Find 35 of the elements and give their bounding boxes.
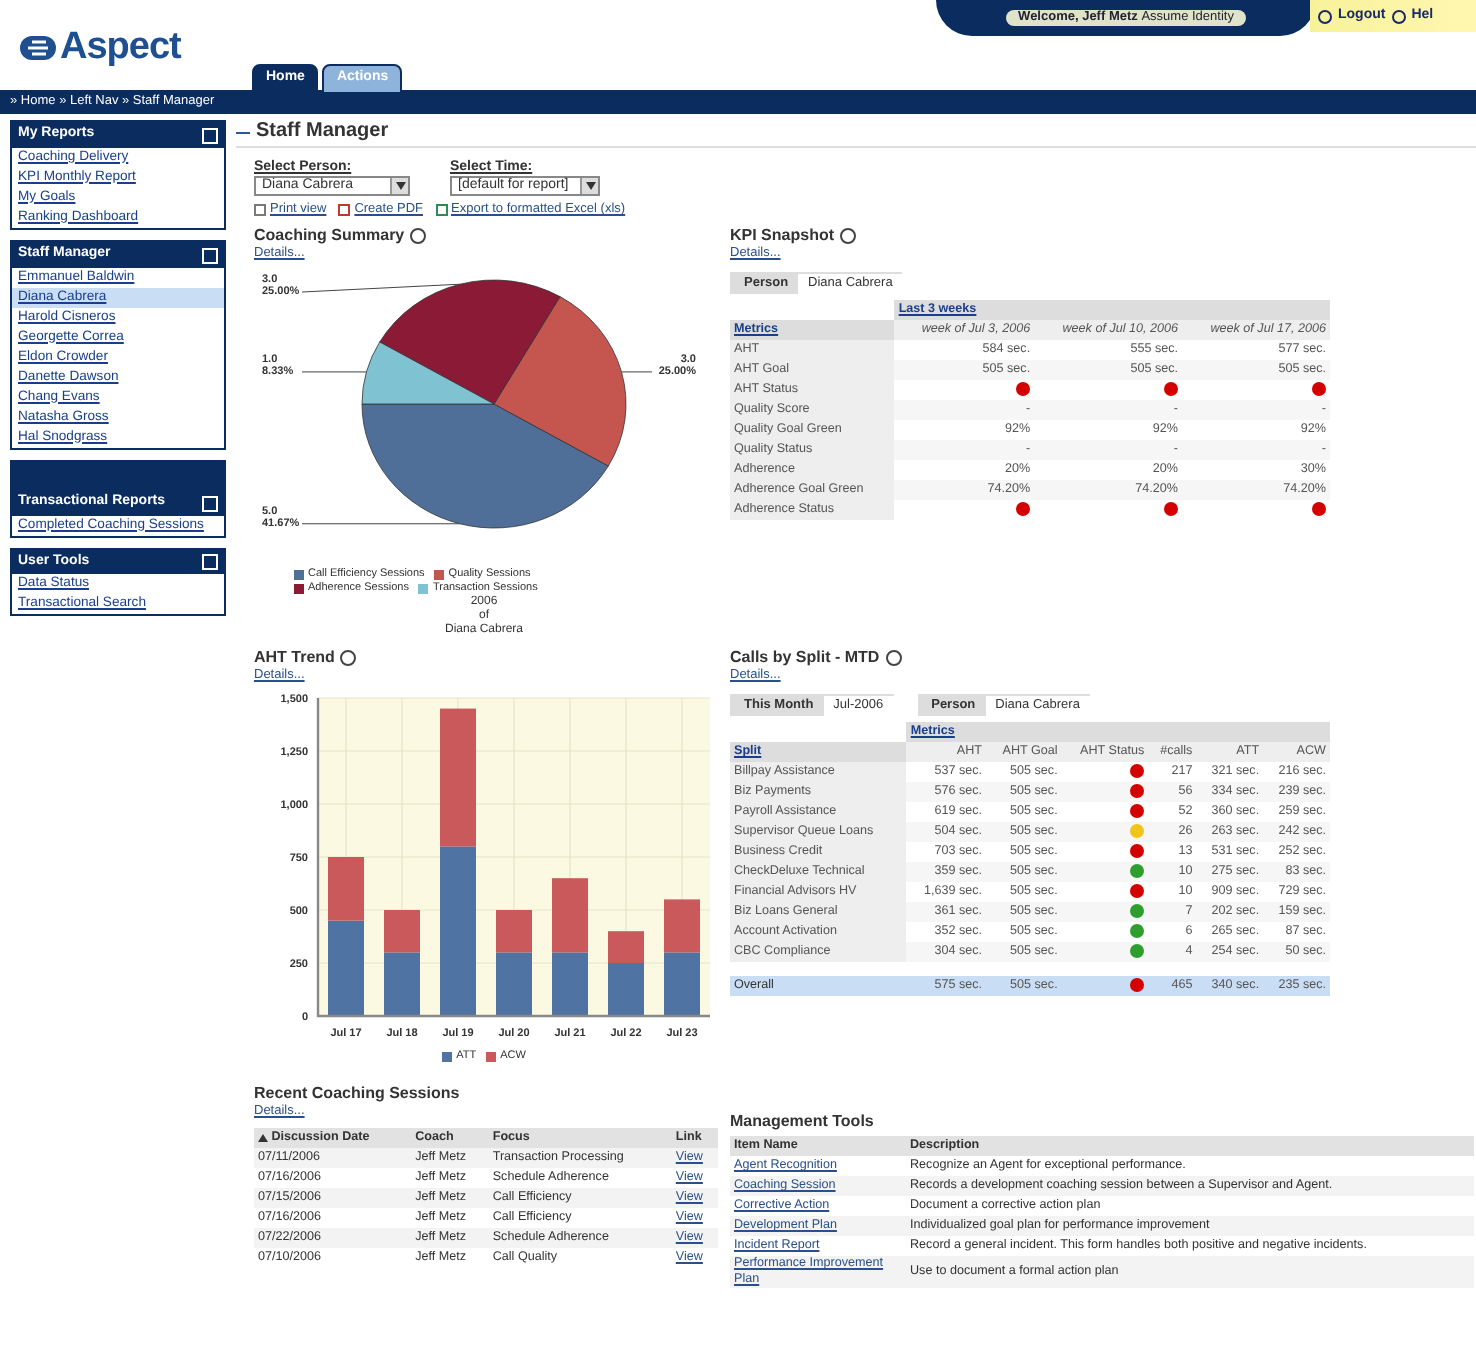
- logo-text: Aspect: [60, 24, 181, 72]
- page-title: Staff Manager: [256, 120, 389, 145]
- bar: [440, 708, 476, 847]
- caret-icon: [390, 178, 408, 195]
- document-icon: [338, 204, 351, 217]
- help-icon: [1391, 9, 1406, 23]
- info-icon[interactable]: [340, 650, 357, 667]
- bar: [552, 878, 588, 953]
- sort-icon[interactable]: [258, 1130, 268, 1145]
- bar: [664, 952, 700, 1017]
- document-icon: [254, 204, 266, 217]
- section-title: Calls by Split - MTD: [730, 648, 880, 668]
- logout-icon: [1318, 9, 1332, 23]
- collapse-icon[interactable]: [202, 554, 218, 571]
- section-title: Recent Coaching Sessions: [254, 1084, 460, 1104]
- leader-line: [301, 371, 367, 373]
- legend-swatch: [418, 583, 429, 594]
- bar: [552, 952, 588, 1017]
- section-title: Management Tools: [730, 1112, 874, 1133]
- info-icon[interactable]: [885, 650, 902, 667]
- section-title: KPI Snapshot: [730, 226, 835, 247]
- info-icon[interactable]: [840, 228, 857, 245]
- legend-swatch: [442, 1052, 453, 1063]
- collapse-icon[interactable]: [202, 495, 218, 511]
- section-title: Coaching Summary: [254, 226, 405, 247]
- leader-line: [621, 371, 653, 373]
- bar: [664, 899, 700, 953]
- info-icon[interactable]: [410, 228, 427, 245]
- legend-swatch: [486, 1052, 497, 1063]
- caret-icon: [580, 178, 598, 195]
- collapse-icon[interactable]: [202, 247, 218, 263]
- document-icon: [435, 204, 448, 217]
- legend-swatch: [434, 570, 445, 581]
- collapse-icon[interactable]: [202, 127, 218, 144]
- section-title: AHT Trend: [254, 648, 335, 668]
